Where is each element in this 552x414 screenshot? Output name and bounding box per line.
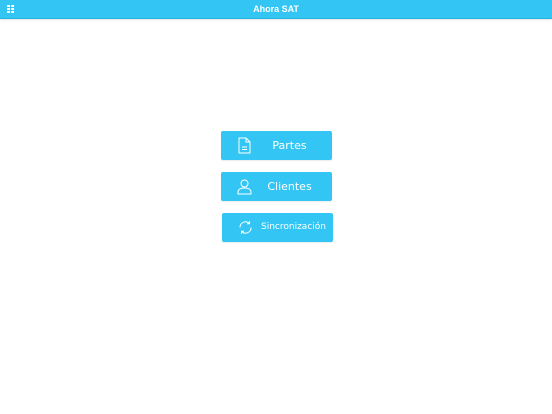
partes-button[interactable]: Partes	[221, 131, 332, 160]
user-icon	[235, 177, 254, 196]
sync-icon	[236, 218, 255, 237]
sincronizacion-button-label: Sincronización	[261, 222, 326, 232]
sincronizacion-button[interactable]: Sincronización	[222, 213, 333, 242]
clientes-button[interactable]: Clientes	[221, 172, 332, 201]
partes-button-label: Partes	[272, 139, 307, 152]
clientes-button-label: Clientes	[267, 180, 312, 193]
document-icon	[235, 136, 254, 155]
main-menu: Partes Clientes Sincronización	[0, 0, 552, 414]
